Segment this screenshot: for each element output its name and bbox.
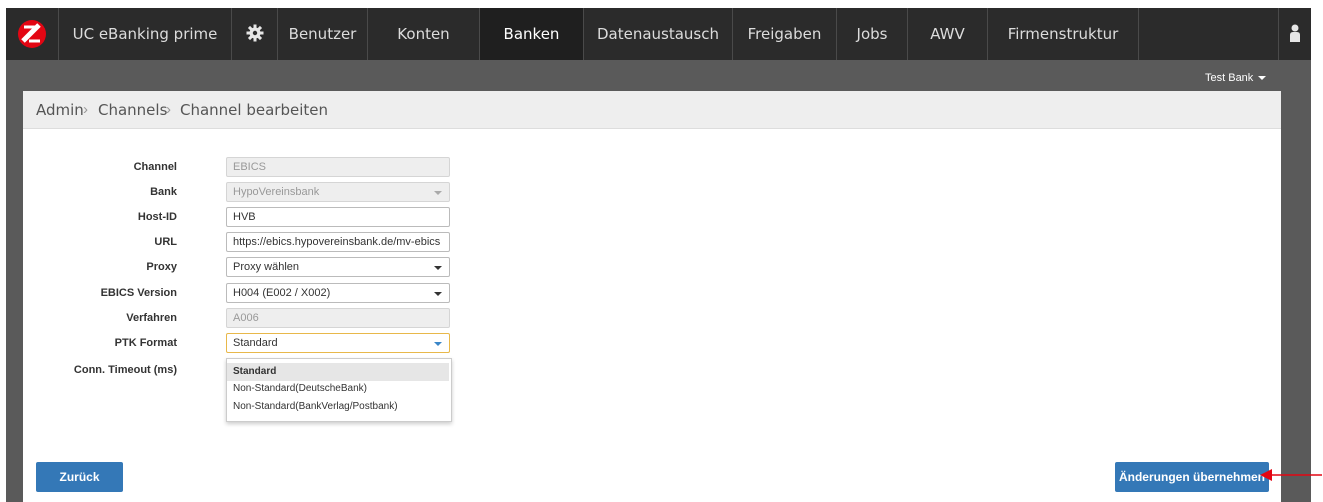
annotation-arrow-icon [1260,469,1322,481]
url-field[interactable]: https://ebics.hypovereinsbank.de/mv-ebic… [226,232,450,252]
nav-item-awv[interactable]: AWV [908,8,987,60]
caret-down-icon [1258,76,1267,81]
nav-item-freigaben[interactable]: Freigaben [733,8,836,60]
proxy-label: Proxy [146,261,177,273]
url-label: URL [154,236,177,248]
nav-item-jobs[interactable]: Jobs [837,8,907,60]
ebics-version-label: EBICS Version [100,287,177,299]
nav-item-benutzer[interactable]: Benutzer [278,8,367,60]
settings-button[interactable] [232,8,277,60]
proxy-select[interactable]: Proxy wählen [226,257,450,277]
breadcrumb-admin[interactable]: Admin [36,101,84,119]
nav-divider [1138,8,1139,60]
apply-changes-button[interactable]: Änderungen übernehmen [1115,462,1269,492]
user-icon [1290,24,1300,42]
back-button[interactable]: Zurück [36,462,123,492]
bank-selector-label: Test Bank [1205,72,1254,84]
app-title[interactable]: UC eBanking prime [59,8,231,60]
breadcrumb-current: Channel bearbeiten [180,101,328,119]
bank-select: HypoVereinsbank [226,182,450,202]
proxy-select-value: Proxy wählen [233,261,300,273]
gear-icon [246,24,263,42]
nav-item-banken[interactable]: Banken [480,8,583,60]
breadcrumb: Admin › Channels › Channel bearbeiten [23,91,1281,129]
channel-label: Channel [133,161,177,173]
host-id-label: Host-ID [137,211,177,223]
ebics-version-select[interactable]: H004 (E002 / X002) [226,283,450,303]
top-navbar: UC eBanking prime Benutzer Konten Banken… [6,8,1311,60]
ptk-option-standard[interactable]: Standard [227,363,449,381]
verfahren-label: Verfahren [126,312,177,324]
chevron-down-icon [434,266,442,270]
chevron-down-icon [434,191,442,195]
breadcrumb-separator-icon: › [166,101,171,118]
ptk-format-select[interactable]: Standard [226,333,450,353]
brand-logo-icon [18,20,46,48]
ebics-version-value: H004 (E002 / X002) [233,287,331,299]
nav-item-datenaustausch[interactable]: Datenaustausch [584,8,732,60]
breadcrumb-channels[interactable]: Channels [98,101,167,119]
ptk-format-label: PTK Format [114,337,177,349]
chevron-down-icon [434,342,442,346]
host-id-field[interactable]: HVB [226,207,450,227]
edit-channel-panel: Admin › Channels › Channel bearbeiten Ch… [23,91,1281,502]
ptk-option-bankverlag-postbank[interactable]: Non-Standard(BankVerlag/Postbank) [227,398,449,416]
ptk-format-dropdown: Standard Non-Standard(DeutscheBank) Non-… [226,358,452,422]
chevron-down-icon [434,292,442,296]
verfahren-field: A006 [226,308,450,328]
brand-logo[interactable] [6,8,58,60]
bank-label: Bank [150,186,177,198]
ptk-option-deutschebank[interactable]: Non-Standard(DeutscheBank) [227,380,449,398]
channel-field: EBICS [226,157,450,177]
bank-select-value: HypoVereinsbank [233,186,320,198]
nav-item-konten[interactable]: Konten [368,8,479,60]
user-menu-button[interactable] [1279,8,1311,60]
ptk-format-value: Standard [233,337,278,349]
bank-selector[interactable]: Test Bank [1205,72,1267,84]
nav-item-firmenstruktur[interactable]: Firmenstruktur [988,8,1138,60]
breadcrumb-separator-icon: › [83,101,88,118]
conn-timeout-label: Conn. Timeout (ms) [73,364,177,376]
